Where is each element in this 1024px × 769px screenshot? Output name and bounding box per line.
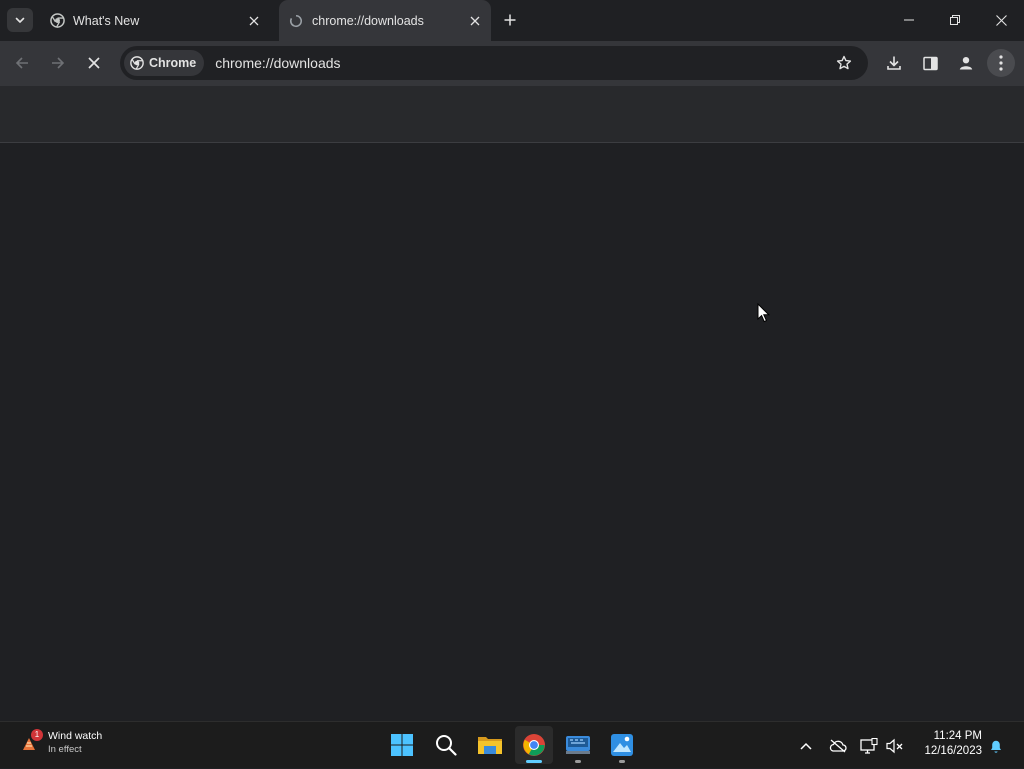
tab-title: What's New xyxy=(73,13,140,28)
start-button[interactable] xyxy=(383,726,421,764)
volume-tray-button[interactable] xyxy=(884,722,906,769)
arrow-right-icon xyxy=(52,57,65,69)
chrome-icon xyxy=(130,56,144,70)
mouse-cursor-icon xyxy=(757,303,770,323)
tab-downloads[interactable]: chrome://downloads xyxy=(279,0,491,41)
weather-badge: 1 xyxy=(31,729,43,741)
cloud-offline-icon xyxy=(829,739,847,752)
site-chip-label: Chrome xyxy=(149,56,197,70)
clock-date: 12/16/2023 xyxy=(924,745,982,757)
download-icon xyxy=(887,56,901,70)
show-hidden-icons-button[interactable] xyxy=(796,722,816,769)
photos-app-icon xyxy=(611,734,633,756)
restore-button[interactable] xyxy=(932,0,978,40)
new-tab-button[interactable] xyxy=(500,10,520,30)
notifications-button[interactable] xyxy=(986,722,1006,769)
chrome-icon xyxy=(49,13,65,29)
close-tab-icon[interactable] xyxy=(246,13,262,29)
address-bar[interactable]: Chrome chrome://downloads xyxy=(120,46,868,80)
chrome-taskbar-button[interactable] xyxy=(515,726,553,764)
menu-button[interactable] xyxy=(987,49,1015,77)
loading-icon xyxy=(288,13,304,29)
chrome-icon xyxy=(523,734,545,756)
tab-title: chrome://downloads xyxy=(312,13,424,28)
close-window-button[interactable] xyxy=(978,0,1024,40)
url-text[interactable]: chrome://downloads xyxy=(215,55,830,71)
more-vertical-icon xyxy=(999,55,1003,71)
onedrive-tray-button[interactable] xyxy=(827,722,849,769)
profile-button[interactable] xyxy=(952,49,980,77)
network-icon xyxy=(860,737,878,754)
site-info-chip[interactable]: Chrome xyxy=(124,50,205,76)
downloads-header xyxy=(0,86,1024,143)
active-app-indicator xyxy=(526,760,542,763)
close-tab-icon[interactable] xyxy=(467,13,483,29)
weather-widget[interactable]: 1 Wind watch In effect xyxy=(20,729,103,756)
tab-search-button[interactable] xyxy=(7,8,33,32)
weather-alert-icon: 1 xyxy=(20,729,43,754)
side-panel-button[interactable] xyxy=(916,49,944,77)
weather-subtitle: In effect xyxy=(48,744,82,755)
star-icon xyxy=(836,55,852,70)
browser-toolbar: Chrome chrome://downloads xyxy=(0,41,1024,86)
minimize-icon xyxy=(904,19,914,21)
running-app-indicator xyxy=(575,760,581,763)
clock-time: 11:24 PM xyxy=(933,730,982,742)
volume-muted-icon xyxy=(886,738,903,753)
chevron-down-icon xyxy=(15,17,25,23)
side-panel-icon xyxy=(922,56,938,70)
running-app-indicator xyxy=(619,760,625,763)
keyboard-app-icon xyxy=(566,736,590,754)
close-icon xyxy=(88,57,100,69)
profile-icon xyxy=(959,57,973,70)
search-icon xyxy=(436,735,457,756)
search-button[interactable] xyxy=(427,726,465,764)
chevron-up-icon xyxy=(800,742,812,750)
tab-strip: What's New chrome://downloads xyxy=(0,0,1024,41)
keyboard-app-button[interactable] xyxy=(559,726,597,764)
clock[interactable]: 11:24 PM 12/16/2023 xyxy=(914,729,982,759)
file-explorer-icon xyxy=(478,737,502,754)
file-explorer-button[interactable] xyxy=(471,726,509,764)
page-content xyxy=(0,143,1024,721)
back-button[interactable] xyxy=(8,49,36,77)
bell-icon xyxy=(991,740,1001,753)
arrow-left-icon xyxy=(15,57,28,69)
forward-button[interactable] xyxy=(44,49,72,77)
downloads-button[interactable] xyxy=(880,49,908,77)
restore-icon xyxy=(950,15,960,25)
windows-taskbar: 1 Wind watch In effect 11:24 PM 12/16/20… xyxy=(0,721,1024,768)
start-icon xyxy=(391,734,413,756)
weather-title: Wind watch xyxy=(48,730,103,742)
minimize-button[interactable] xyxy=(886,0,932,40)
close-icon xyxy=(995,14,1007,26)
stop-loading-button[interactable] xyxy=(80,49,108,77)
tab-whats-new[interactable]: What's New xyxy=(40,0,270,41)
photos-app-button[interactable] xyxy=(603,726,641,764)
network-tray-button[interactable] xyxy=(858,722,880,769)
plus-icon xyxy=(504,14,516,26)
bookmark-button[interactable] xyxy=(830,49,858,77)
